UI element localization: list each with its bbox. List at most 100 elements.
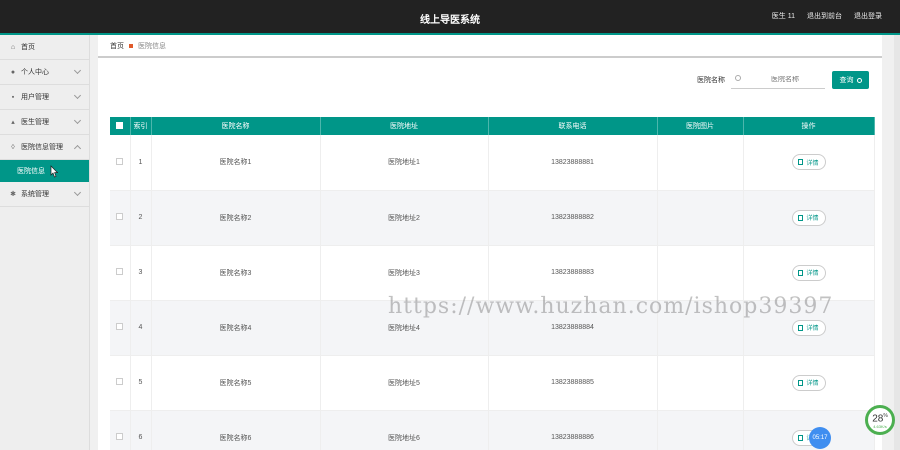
sidebar-subitem-label: 医院信息 <box>17 168 45 175</box>
row-select-cell[interactable] <box>110 355 131 410</box>
table-header-row: 索引 医院名称 医院地址 联系电话 医院图片 操作 <box>110 117 875 135</box>
sidebar-item-doctor-management[interactable]: ▴ 医生管理 <box>0 110 89 135</box>
settings-icon: ✱ <box>10 191 16 198</box>
cell-address: 医院地址1 <box>320 135 489 190</box>
watermark-text: https://www.huzhan.com/ishop39397 <box>388 294 834 319</box>
detail-button[interactable]: 详情 <box>791 319 826 336</box>
cell-name: 医院名称6 <box>151 410 321 450</box>
document-icon <box>798 434 804 441</box>
cell-phone: 13823888886 <box>488 410 658 450</box>
sidebar-item-label: 用户管理 <box>21 94 49 101</box>
row-select-cell[interactable] <box>110 300 131 355</box>
cell-index: 3 <box>130 245 152 300</box>
sidebar: ⌂ 首页 ● 个人中心 ▪ 用户管理 ▴ 医生管理 ◊ 医院信息管理 医院信息 … <box>0 35 90 450</box>
detail-button[interactable]: 详情 <box>791 264 826 281</box>
users-icon: ▪ <box>11 93 15 101</box>
cell-phone: 13823888881 <box>488 135 658 190</box>
cell-name: 医院名称2 <box>151 190 321 245</box>
row-checkbox[interactable] <box>116 268 124 275</box>
sidebar-item-label: 首页 <box>21 44 35 51</box>
detail-button[interactable]: 详情 <box>791 154 826 171</box>
hospital-table: 索引 医院名称 医院地址 联系电话 医院图片 操作 1 医院名称1 医院地址1 … <box>110 117 875 450</box>
cell-actions: 详情 <box>743 355 875 410</box>
sidebar-item-user-management[interactable]: ▪ 用户管理 <box>0 85 89 110</box>
column-header-phone: 联系电话 <box>488 117 658 135</box>
detail-button-label: 详情 <box>806 326 819 332</box>
cell-index: 1 <box>130 135 152 190</box>
cell-phone: 13823888885 <box>488 355 658 410</box>
detail-button-label: 详情 <box>806 381 819 387</box>
detail-button-label: 详情 <box>806 271 819 277</box>
search-label: 医院名称 <box>697 77 725 84</box>
home-icon: ⌂ <box>10 43 16 51</box>
cell-name: 医院名称3 <box>151 245 321 300</box>
cell-index: 2 <box>130 190 152 245</box>
cell-index: 6 <box>130 410 152 450</box>
sidebar-item-system-management[interactable]: ✱ 系统管理 <box>0 182 89 207</box>
search-bar: 医院名称 查询 <box>697 71 869 89</box>
row-select-cell[interactable] <box>110 410 131 450</box>
speed-percent: 28% <box>872 412 888 425</box>
cell-name: 医院名称4 <box>151 300 321 355</box>
select-all-cell[interactable] <box>110 117 131 135</box>
speed-rate: 4.63K/s <box>873 424 887 430</box>
select-all-checkbox[interactable] <box>116 121 124 129</box>
main-content: 首页 医院信息 医院名称 查询 索引 医院名称 医院地址 <box>98 35 882 450</box>
sidebar-item-label: 医院信息管理 <box>21 144 63 151</box>
back-to-frontend-link[interactable]: 退出到前台 <box>807 11 842 21</box>
current-user: 医生 11 <box>771 13 795 20</box>
cell-address: 医院地址2 <box>320 190 489 245</box>
chevron-down-icon <box>73 66 82 75</box>
row-checkbox[interactable] <box>116 157 124 165</box>
cell-image <box>657 135 744 190</box>
header-actions: 医生 11 退出到前台 退出登录 <box>772 11 882 21</box>
row-checkbox[interactable] <box>116 378 124 385</box>
cell-index: 5 <box>130 355 152 410</box>
cell-image <box>657 410 744 450</box>
cell-phone: 13823888882 <box>488 190 658 245</box>
column-header-address: 医院地址 <box>320 117 489 135</box>
row-select-cell[interactable] <box>110 190 131 245</box>
row-checkbox[interactable] <box>116 213 124 220</box>
search-button[interactable]: 查询 <box>832 71 869 89</box>
column-header-actions: 操作 <box>743 117 875 135</box>
row-checkbox[interactable] <box>116 433 124 440</box>
cell-actions: 详情 <box>743 410 875 450</box>
row-select-cell[interactable] <box>110 135 131 190</box>
sidebar-subitem-hospital-info[interactable]: 医院信息 <box>0 160 89 182</box>
row-checkbox[interactable] <box>116 323 124 330</box>
chevron-up-icon <box>73 144 82 153</box>
breadcrumb: 首页 医院信息 <box>98 35 882 58</box>
page-scrollbar[interactable] <box>894 35 900 450</box>
search-input[interactable] <box>731 76 825 83</box>
cell-name: 医院名称5 <box>151 355 321 410</box>
search-field <box>731 71 825 89</box>
cell-address: 医院地址6 <box>320 410 489 450</box>
row-select-cell[interactable] <box>110 245 131 300</box>
detail-button-label: 详情 <box>806 160 819 167</box>
table-row: 3 医院名称3 医院地址3 13823888883 详情 <box>110 245 875 300</box>
doctor-icon: ▴ <box>11 119 15 126</box>
breadcrumb-home[interactable]: 首页 <box>110 41 124 51</box>
table-row: 1 医院名称1 医院地址1 13823888881 详情 <box>110 135 875 190</box>
sidebar-item-personal-center[interactable]: ● 个人中心 <box>0 60 89 85</box>
column-header-name: 医院名称 <box>151 117 321 135</box>
hospital-icon: ◊ <box>11 143 15 151</box>
network-speed-widget: 28% 4.63K/s <box>865 405 895 435</box>
document-icon <box>798 269 804 276</box>
cell-image <box>657 355 744 410</box>
detail-button[interactable]: 详情 <box>791 374 826 391</box>
search-icon <box>735 75 741 81</box>
sidebar-item-label: 系统管理 <box>21 191 49 198</box>
cell-actions: 详情 <box>743 135 875 190</box>
logout-link[interactable]: 退出登录 <box>854 11 882 21</box>
cell-address: 医院地址3 <box>320 245 489 300</box>
sidebar-item-hospital-info-management[interactable]: ◊ 医院信息管理 <box>0 135 89 160</box>
table-row: 5 医院名称5 医院地址5 13823888885 详情 <box>110 355 875 410</box>
sidebar-item-label: 个人中心 <box>21 69 49 76</box>
app-title: 线上导医系统 <box>420 15 480 26</box>
sidebar-item-home[interactable]: ⌂ 首页 <box>0 35 89 60</box>
table-row: 6 医院名称6 医院地址6 13823888886 详情 <box>110 410 875 450</box>
detail-button[interactable]: 详情 <box>791 209 826 226</box>
chevron-down-icon <box>73 91 82 100</box>
